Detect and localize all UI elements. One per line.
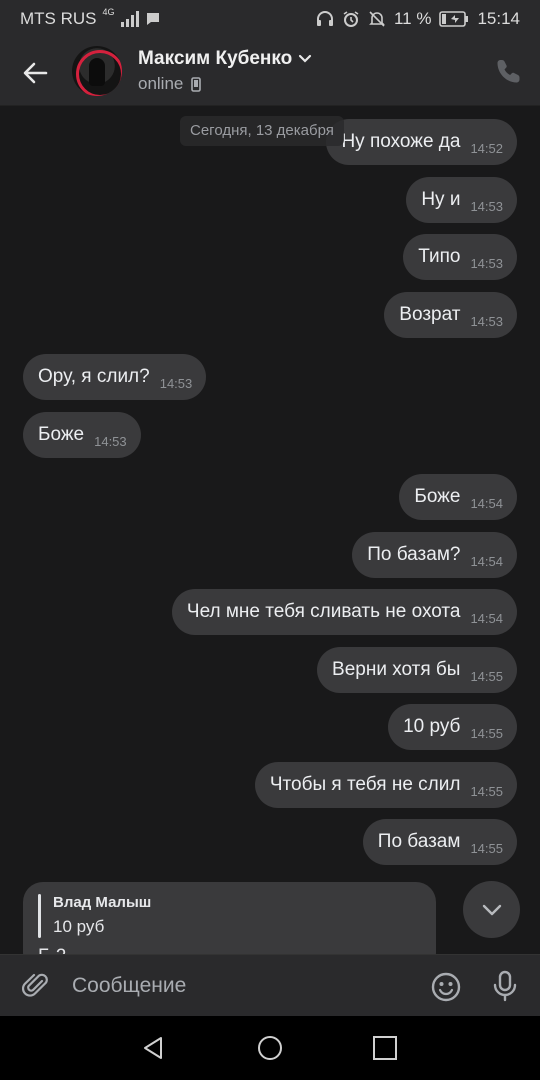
chat-header: Максим Кубенко online xyxy=(0,38,540,106)
reply-message-text-partial: Б 2 xyxy=(38,946,66,954)
arrow-left-icon[interactable] xyxy=(20,58,50,88)
message-time: 14:53 xyxy=(94,433,127,449)
carrier-label: MTS RUS xyxy=(20,9,97,28)
message-row: 10 руб 14:55 xyxy=(0,704,540,750)
message-text: Боже xyxy=(38,424,85,445)
reply-message-bubble[interactable]: Влад Малыш 10 руб Б 2 xyxy=(23,882,436,954)
message-bubble-incoming[interactable]: Боже 14:53 xyxy=(23,412,141,458)
message-time: 14:55 xyxy=(470,668,503,684)
chevron-down-icon xyxy=(299,54,312,63)
peer-name[interactable]: Максим Кубенко xyxy=(138,48,312,70)
mobile-device-icon xyxy=(191,76,202,92)
reply-quoted-text: 10 руб xyxy=(53,917,105,936)
peer-status: online xyxy=(138,74,202,94)
peer-status-label: online xyxy=(138,74,184,93)
message-text: 10 руб xyxy=(403,716,461,737)
mute-bell-icon xyxy=(369,11,385,27)
message-bubble-outgoing[interactable]: 10 руб 14:55 xyxy=(388,704,517,750)
message-text: Чтобы я тебя не слил xyxy=(269,774,461,795)
microphone-icon[interactable] xyxy=(491,970,519,1002)
clock: 15:14 xyxy=(477,9,520,28)
message-bubble-incoming[interactable]: Ору, я слил? 14:53 xyxy=(23,354,207,400)
message-time: 14:53 xyxy=(470,198,503,214)
message-row: Чтобы я тебя не слил 14:55 xyxy=(0,762,540,808)
message-text: Ору, я слил? xyxy=(38,366,150,387)
message-row: Верни хотя бы 14:55 xyxy=(0,647,540,693)
paperclip-icon[interactable] xyxy=(22,972,50,1000)
system-navigation-bar xyxy=(0,1016,540,1080)
message-row: По базам? 14:54 xyxy=(0,532,540,578)
message-text: Боже xyxy=(414,486,461,507)
message-time: 14:54 xyxy=(470,553,503,569)
date-separator: Сегодня, 13 декабря xyxy=(180,116,344,146)
message-composer xyxy=(0,954,540,1016)
message-row: Возрат 14:53 xyxy=(0,292,540,338)
message-time: 14:55 xyxy=(470,840,503,856)
scroll-to-bottom-button[interactable] xyxy=(463,881,520,938)
recents-square-icon[interactable] xyxy=(371,1034,399,1062)
message-time: 14:53 xyxy=(470,255,503,271)
message-time: 14:55 xyxy=(470,783,503,799)
home-circle-icon[interactable] xyxy=(256,1034,284,1062)
message-input[interactable] xyxy=(72,968,402,1004)
chevron-down-icon xyxy=(482,904,501,915)
message-list[interactable]: Сегодня, 13 декабря Ну похоже да 14:52 Н… xyxy=(0,106,540,954)
message-text: Возрат xyxy=(399,304,461,325)
message-text: Ну похоже да xyxy=(341,131,461,152)
message-text: Верни хотя бы xyxy=(332,659,461,680)
message-time: 14:53 xyxy=(470,313,503,329)
message-row: По базам 14:55 xyxy=(0,819,540,865)
message-text: Типо xyxy=(418,246,461,267)
message-row: Боже 14:53 xyxy=(0,412,540,458)
message-bubble-outgoing[interactable]: Ну похоже да 14:52 xyxy=(326,119,517,165)
message-time: 14:53 xyxy=(159,375,193,391)
battery-percent: 11 % xyxy=(393,9,432,28)
peer-name-label: Максим Кубенко xyxy=(138,48,293,69)
message-bubble-outgoing[interactable]: Верни хотя бы 14:55 xyxy=(317,647,517,693)
reply-quote-bar xyxy=(38,894,41,938)
message-bubble-outgoing[interactable]: Чтобы я тебя не слил 14:55 xyxy=(254,762,517,808)
message-row: Ору, я слил? 14:53 xyxy=(0,354,540,400)
signal-icon xyxy=(120,11,139,27)
status-bar: MTS RUS 4G 11 % 15:14 xyxy=(0,0,540,38)
message-bubble-outgoing[interactable]: По базам 14:55 xyxy=(362,819,517,865)
message-bubble-outgoing[interactable]: Чел мне тебя сливать не охота 14:54 xyxy=(171,589,517,635)
message-bubble-outgoing[interactable]: Типо 14:53 xyxy=(403,234,517,280)
alarm-icon xyxy=(343,11,359,27)
message-row: Чел мне тебя сливать не охота 14:54 xyxy=(0,589,540,635)
message-bubble-outgoing[interactable]: Ну и 14:53 xyxy=(406,177,517,223)
message-time: 14:55 xyxy=(470,725,503,741)
message-row: Ну и 14:53 xyxy=(0,177,540,223)
battery-icon xyxy=(439,11,469,27)
message-text: По базам xyxy=(377,831,461,852)
phone-icon[interactable] xyxy=(496,58,522,84)
message-text: Чел мне тебя сливать не охота xyxy=(186,601,461,622)
message-time: 14:52 xyxy=(470,140,503,156)
message-text: Ну и xyxy=(421,189,461,210)
message-time: 14:54 xyxy=(470,495,503,511)
back-triangle-icon[interactable] xyxy=(140,1034,168,1062)
avatar[interactable] xyxy=(72,46,122,96)
message-time: 14:54 xyxy=(470,610,503,626)
message-bubble-outgoing[interactable]: Боже 14:54 xyxy=(399,474,517,520)
reply-author: Влад Малыш xyxy=(53,894,152,911)
message-notification-icon xyxy=(146,13,159,25)
message-row: Боже 14:54 xyxy=(0,474,540,520)
message-bubble-outgoing[interactable]: По базам? 14:54 xyxy=(352,532,517,578)
message-row: Типо 14:53 xyxy=(0,234,540,280)
network-type: 4G xyxy=(102,7,115,17)
message-bubble-outgoing[interactable]: Возрат 14:53 xyxy=(384,292,517,338)
message-text: По базам? xyxy=(367,544,461,565)
headphones-icon xyxy=(316,11,333,26)
smile-icon[interactable] xyxy=(430,971,462,1003)
